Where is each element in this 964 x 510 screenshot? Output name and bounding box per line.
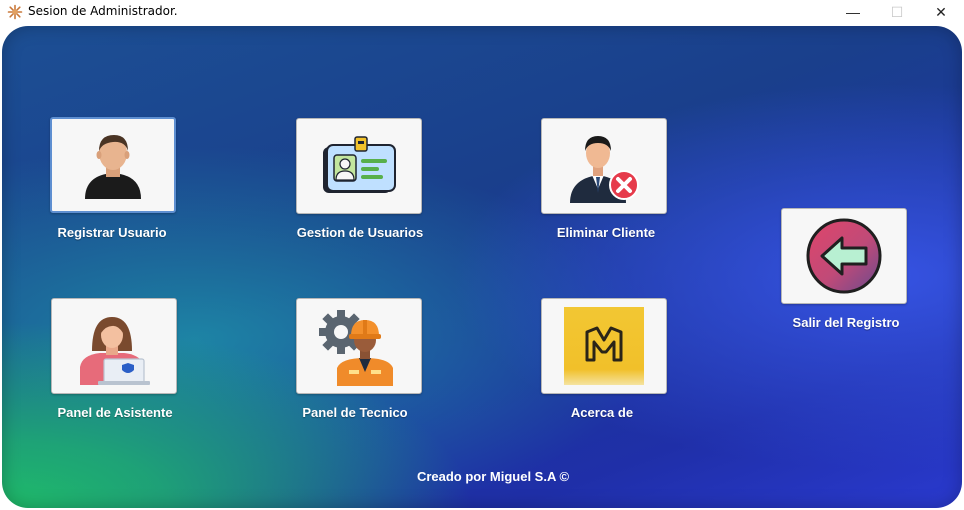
acerca-de-label: Acerca de bbox=[570, 405, 634, 420]
gestion-de-usuarios-label: Gestion de Usuarios bbox=[296, 225, 424, 240]
registrar-usuario-button[interactable] bbox=[50, 117, 176, 213]
gestion-de-usuarios-button[interactable] bbox=[296, 118, 422, 214]
panel-de-asistente-button[interactable] bbox=[51, 298, 177, 394]
panel-de-tecnico-button[interactable] bbox=[296, 298, 422, 394]
technician-gear-icon bbox=[319, 310, 393, 386]
eliminar-cliente-label: Eliminar Cliente bbox=[556, 225, 656, 240]
registrar-usuario-label: Registrar Usuario bbox=[57, 225, 167, 240]
eliminar-cliente-button[interactable] bbox=[541, 118, 667, 214]
main-panel: Registrar Usuario Gestion de Usuarios El… bbox=[2, 26, 962, 508]
user-silhouette-icon bbox=[85, 135, 141, 199]
panel-de-asistente-label: Panel de Asistente bbox=[57, 405, 173, 420]
businessman-delete-icon bbox=[570, 136, 639, 203]
minimize-button[interactable]: — bbox=[830, 0, 876, 24]
footer-credit: Creado por Miguel S.A © bbox=[416, 469, 570, 484]
id-card-icon bbox=[323, 136, 396, 193]
m-logo-icon bbox=[564, 307, 644, 385]
back-arrow-icon bbox=[806, 218, 882, 294]
app-icon bbox=[7, 4, 23, 20]
close-button[interactable]: ✕ bbox=[918, 0, 964, 24]
window-title: Sesion de Administrador. bbox=[28, 4, 178, 18]
salir-del-registro-button[interactable] bbox=[781, 208, 907, 304]
panel-de-tecnico-label: Panel de Tecnico bbox=[302, 405, 408, 420]
assistant-laptop-icon bbox=[80, 317, 150, 385]
window-titlebar[interactable]: Sesion de Administrador. — ☐ ✕ bbox=[0, 0, 964, 24]
salir-del-registro-label: Salir del Registro bbox=[792, 315, 900, 330]
maximize-button[interactable]: ☐ bbox=[874, 0, 920, 24]
acerca-de-button[interactable] bbox=[541, 298, 667, 394]
